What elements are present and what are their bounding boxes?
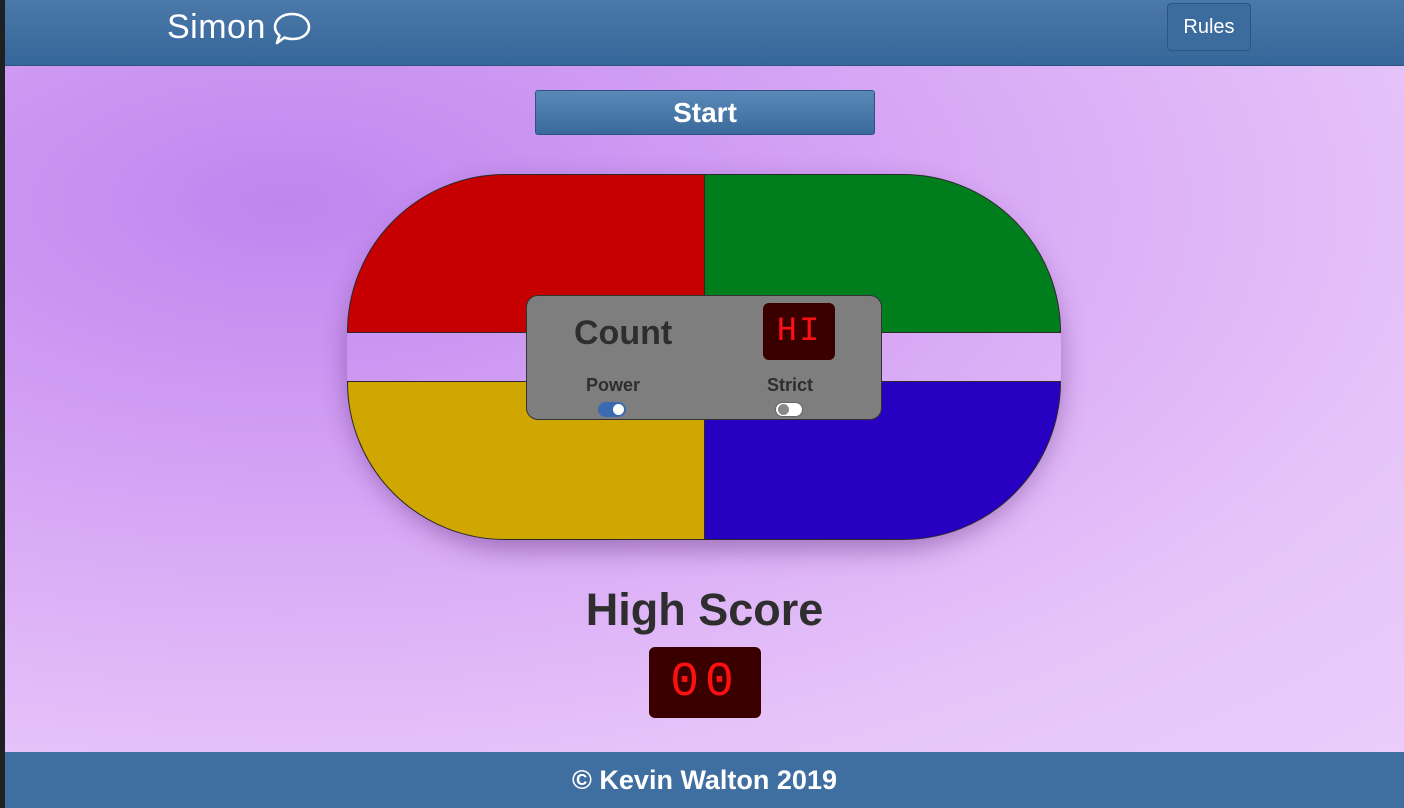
footer-copyright: © Kevin Walton 2019 (572, 764, 837, 795)
strict-toggle[interactable] (775, 402, 803, 417)
brand-name: Simon (167, 8, 266, 46)
power-toggle[interactable] (598, 402, 626, 417)
top-navbar: Simon Rules (5, 0, 1404, 66)
game-area: Start Count HI Power Strict High Score 0… (5, 66, 1404, 752)
speech-bubble-icon (273, 12, 311, 44)
power-label: Power (586, 375, 641, 395)
control-panel: Count HI Power Strict (526, 295, 882, 420)
brand-logo[interactable]: Simon (167, 8, 312, 47)
high-score-title: High Score (585, 584, 824, 635)
rules-button[interactable]: Rules (1167, 3, 1251, 51)
window-edge (0, 0, 5, 808)
count-label: Count (574, 314, 673, 352)
power-toggle-knob (613, 404, 624, 415)
simon-board: Count HI Power Strict (347, 174, 1063, 544)
count-display: HI (763, 303, 835, 360)
high-score-display: 00 (649, 647, 761, 718)
strict-label: Strict (767, 375, 814, 395)
strict-toggle-knob (778, 404, 789, 415)
footer: © Kevin Walton 2019 (5, 752, 1404, 808)
start-button[interactable]: Start (535, 90, 875, 135)
